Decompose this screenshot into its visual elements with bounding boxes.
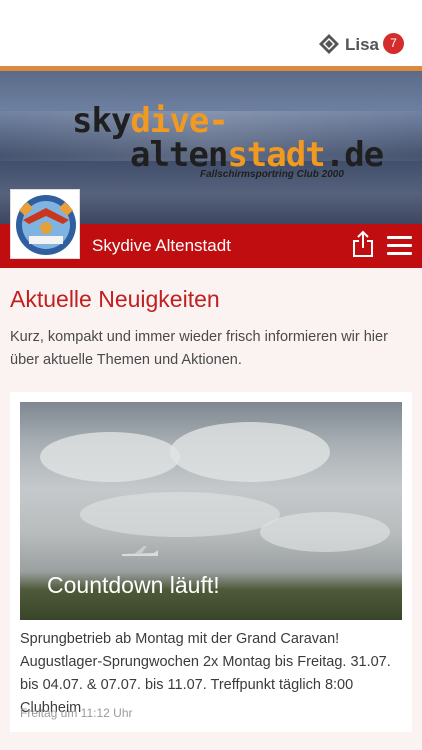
news-caption[interactable]: Countdown läuft! [47,572,220,599]
news-card[interactable]: Countdown läuft! Sprungbetrieb ab Montag… [10,392,412,732]
cloud-shape [80,492,280,537]
app-logo-icon [319,34,339,54]
site-tagline: Fallschirmsportring Club 2000 [200,169,344,180]
section-title: Aktuelle Neuigkeiten [10,286,220,312]
club-emblem-icon [11,190,79,258]
news-image[interactable]: Countdown läuft! [20,402,402,620]
notification-badge[interactable]: 7 [383,33,404,54]
section-intro: Kurz, kompakt und immer wieder frisch in… [10,329,388,368]
news-timestamp: Freitag um 11:12 Uhr [20,706,133,720]
share-icon[interactable] [352,230,374,258]
top-bar: Lisa 7 [0,0,422,68]
cloud-shape [170,422,330,482]
logo-text: sky [72,101,131,141]
hamburger-menu-icon[interactable] [387,236,412,256]
club-name[interactable]: Skydive Altenstadt [92,236,231,256]
user-name[interactable]: Lisa [345,35,379,55]
cloud-shape [40,432,180,482]
club-logo [10,189,80,259]
cloud-shape [260,512,390,552]
airplane-icon [122,546,158,556]
